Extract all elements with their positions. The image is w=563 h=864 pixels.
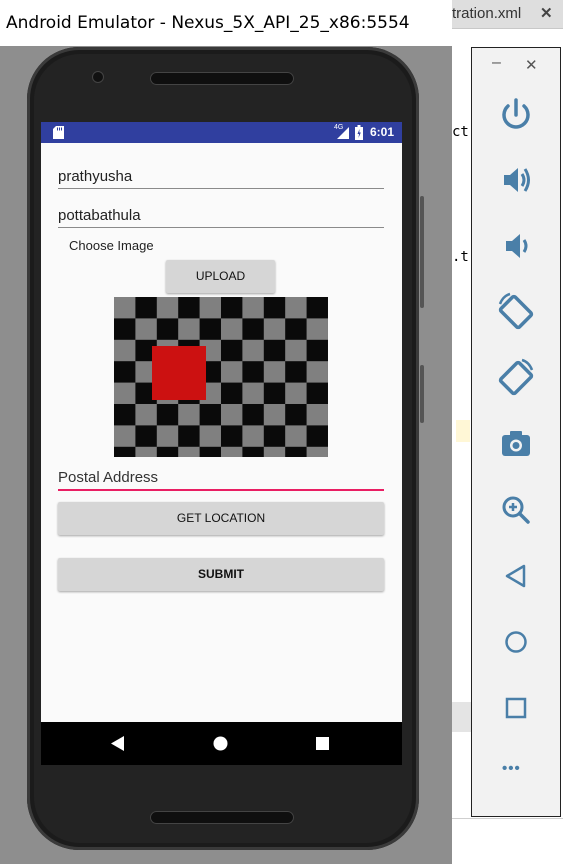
editor-tab[interactable]: tration.xml ✕ [452, 0, 563, 29]
front-camera-icon [92, 71, 104, 83]
bottom-speaker [150, 811, 294, 824]
close-button[interactable]: ✕ [525, 56, 538, 74]
screenshot-button[interactable] [490, 418, 542, 470]
minimize-button[interactable]: – [492, 54, 501, 72]
battery-icon [355, 125, 363, 140]
recents-icon[interactable] [316, 737, 329, 750]
power-key [420, 365, 424, 423]
editor-tab-close-icon[interactable]: ✕ [540, 0, 553, 28]
get-location-button[interactable]: GET LOCATION [58, 502, 384, 535]
upload-button[interactable]: UPLOAD [166, 260, 275, 293]
rotate-right-icon [498, 358, 534, 396]
last-name-underline [58, 227, 384, 228]
editor-scroll-area [452, 702, 472, 732]
code-fragment: .t [452, 249, 469, 265]
top-speaker [150, 72, 294, 85]
overview-square-icon [505, 697, 527, 719]
volume-up-icon [504, 168, 530, 192]
last-name-field[interactable]: pottabathula [58, 207, 141, 224]
home-button[interactable] [490, 616, 542, 668]
volume-down-icon [506, 234, 528, 258]
submit-button[interactable]: SUBMIT [58, 558, 384, 591]
zoom-button[interactable] [490, 484, 542, 536]
navigation-bar [41, 722, 402, 765]
status-bar: 4G 6:01 [41, 122, 402, 143]
first-name-field[interactable]: prathyusha [58, 168, 132, 185]
camera-icon [502, 431, 530, 456]
clock: 6:01 [370, 125, 395, 139]
back-button[interactable] [490, 550, 542, 602]
choose-image-label: Choose Image [69, 238, 154, 253]
home-circle-icon [505, 631, 527, 653]
back-triangle-icon [505, 564, 526, 588]
overview-button[interactable] [490, 682, 542, 734]
rotate-right-button[interactable] [490, 352, 542, 404]
postal-address-underline [58, 489, 384, 491]
rotate-left-button[interactable] [490, 286, 542, 338]
postal-address-field[interactable]: Postal Address [58, 469, 158, 486]
editor-divider [452, 818, 563, 819]
power-button[interactable] [490, 88, 542, 140]
signal-icon [337, 127, 349, 139]
volume-up-button[interactable] [490, 154, 542, 206]
image-preview [114, 297, 328, 457]
more-button[interactable]: ••• [502, 760, 521, 777]
sd-card-icon [53, 126, 64, 139]
first-name-underline [58, 188, 384, 189]
editor-highlight [456, 420, 470, 442]
rotate-left-icon [498, 292, 534, 330]
code-fragment: ct [452, 124, 469, 140]
volume-down-button[interactable] [490, 220, 542, 272]
power-icon [502, 98, 530, 129]
emulator-window-title: Android Emulator - Nexus_5X_API_25_x86:5… [0, 0, 452, 46]
phone-screen: 4G 6:01 prathyusha pottabathula Choose I… [41, 122, 402, 765]
zoom-in-icon [502, 496, 530, 524]
home-icon[interactable] [213, 736, 228, 751]
back-icon[interactable] [111, 736, 125, 751]
editor-tab-label: tration.xml [452, 5, 522, 22]
emulator-control-panel: – ✕ ••• [471, 47, 561, 817]
volume-key [420, 196, 424, 308]
image-red-square [152, 346, 206, 400]
